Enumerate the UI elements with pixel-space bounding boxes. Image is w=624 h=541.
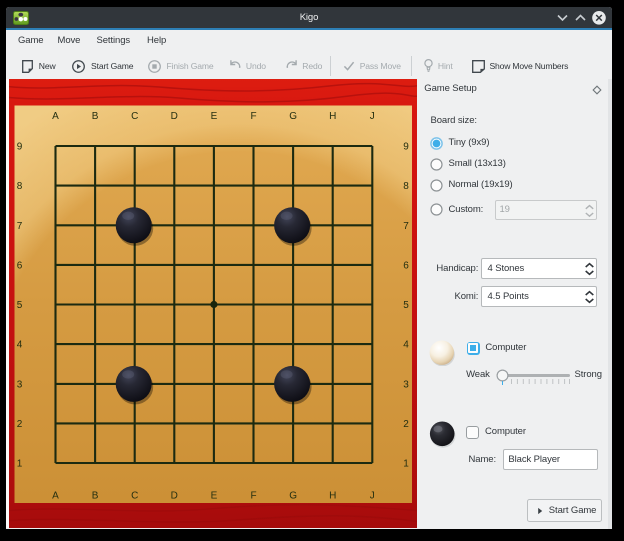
svg-text:B: B: [92, 491, 99, 502]
svg-text:4: 4: [403, 340, 409, 351]
svg-text:3: 3: [17, 380, 23, 391]
svg-text:8: 8: [403, 181, 409, 192]
svg-text:3: 3: [403, 380, 409, 391]
svg-text:4: 4: [17, 340, 23, 351]
svg-text:C: C: [131, 111, 138, 122]
svg-text:G: G: [289, 491, 297, 502]
svg-text:5: 5: [17, 300, 23, 311]
svg-text:1: 1: [403, 459, 409, 470]
svg-text:9: 9: [17, 142, 23, 153]
svg-text:7: 7: [403, 221, 409, 232]
svg-text:7: 7: [17, 221, 23, 232]
svg-text:D: D: [171, 491, 178, 502]
svg-text:D: D: [171, 111, 178, 122]
svg-text:F: F: [250, 491, 256, 502]
svg-text:H: H: [329, 111, 336, 122]
svg-text:C: C: [131, 491, 138, 502]
svg-text:E: E: [211, 491, 218, 502]
svg-text:E: E: [211, 111, 218, 122]
svg-text:6: 6: [17, 261, 23, 272]
svg-text:2: 2: [403, 419, 409, 430]
svg-text:A: A: [52, 111, 59, 122]
svg-text:H: H: [329, 491, 336, 502]
svg-text:6: 6: [403, 261, 409, 272]
svg-text:F: F: [250, 111, 256, 122]
svg-text:A: A: [52, 491, 59, 502]
svg-text:B: B: [92, 111, 99, 122]
svg-text:2: 2: [17, 419, 23, 430]
svg-text:8: 8: [17, 181, 23, 192]
svg-text:1: 1: [17, 459, 23, 470]
svg-text:J: J: [370, 491, 375, 502]
svg-text:J: J: [370, 111, 375, 122]
svg-text:5: 5: [403, 300, 409, 311]
svg-text:9: 9: [403, 142, 409, 153]
svg-text:G: G: [289, 111, 297, 122]
